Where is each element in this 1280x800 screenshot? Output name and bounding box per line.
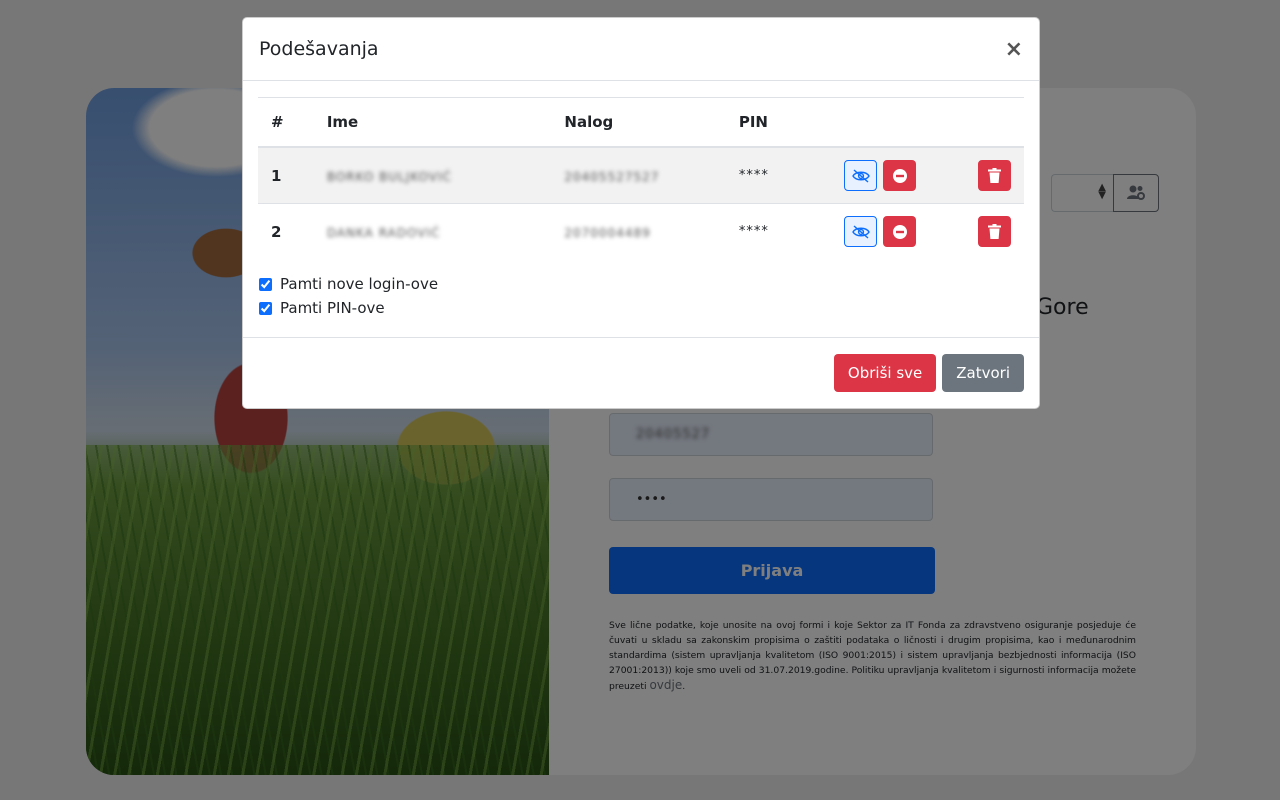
delete-login-button[interactable] [978, 216, 1011, 247]
modal-header: Podešavanja × [243, 18, 1039, 81]
row-actions [831, 204, 965, 260]
row-actions [831, 147, 965, 204]
row-name: BORKO BULJKOVIĆ [313, 147, 552, 204]
row-account: 20405527527 [551, 147, 726, 204]
col-header-delete [965, 97, 1024, 148]
col-header-pin: PIN [725, 97, 832, 148]
row-name-value: BORKO BULJKOVIĆ [326, 169, 452, 184]
remember-pins-option[interactable]: Pamti PIN-ove [258, 299, 1024, 317]
modal-body: # Ime Nalog PIN 1 BORKO BULJKOVIĆ 204055… [243, 81, 1039, 317]
eye-slash-icon [852, 168, 870, 183]
row-account-value: 20405527527 [564, 169, 660, 184]
row-account-value: 2070004489 [564, 225, 651, 240]
modal-footer: Obriši sve Zatvori [243, 337, 1039, 408]
remember-logins-checkbox[interactable] [259, 277, 272, 291]
col-header-name: Ime [313, 97, 552, 148]
toggle-pin-visibility-button[interactable] [844, 216, 878, 247]
remember-logins-label: Pamti nove login-ove [280, 275, 439, 293]
settings-checkboxes: Pamti nove login-ove Pamti PIN-ove [258, 275, 1024, 317]
row-account: 2070004489 [551, 204, 725, 260]
row-name: DANKA RADOVIĆ [314, 204, 552, 260]
row-pin: **** [738, 224, 769, 239]
eye-slash-icon [852, 224, 870, 239]
saved-logins-table: # Ime Nalog PIN 1 BORKO BULJKOVIĆ 204055… [258, 97, 1024, 259]
remove-pin-button[interactable] [883, 216, 917, 247]
toggle-pin-visibility-button[interactable] [844, 160, 878, 191]
col-header-account: Nalog [551, 97, 726, 148]
row-pin: **** [725, 147, 832, 204]
row-number: 2 [271, 222, 282, 241]
table-row: 2 DANKA RADOVIĆ 2070004489 **** [258, 204, 1024, 260]
delete-login-button[interactable] [978, 160, 1011, 191]
remember-pins-checkbox[interactable] [259, 301, 272, 315]
minus-circle-icon [892, 168, 907, 183]
settings-modal: Podešavanja × # Ime Nalog PIN 1 BORKO BU… [242, 17, 1040, 409]
remember-pins-label: Pamti PIN-ove [280, 299, 385, 317]
col-header-num: # [258, 97, 314, 148]
delete-all-button[interactable]: Obriši sve [833, 354, 937, 392]
table-row: 1 BORKO BULJKOVIĆ 20405527527 **** [258, 147, 1024, 204]
minus-circle-icon [892, 224, 907, 239]
row-number: 1 [258, 147, 314, 204]
remove-pin-button[interactable] [883, 160, 917, 191]
row-delete-cell [965, 147, 1024, 204]
close-button[interactable]: Zatvori [942, 354, 1024, 392]
trash-icon [988, 168, 1001, 183]
col-header-actions [831, 97, 965, 148]
row-delete-cell [965, 204, 1024, 260]
trash-icon [988, 224, 1001, 239]
modal-title: Podešavanja [259, 38, 379, 60]
close-icon[interactable]: × [1005, 37, 1023, 62]
table-header-row: # Ime Nalog PIN [258, 97, 1024, 148]
remember-logins-option[interactable]: Pamti nove login-ove [258, 275, 1024, 293]
row-name-value: DANKA RADOVIĆ [326, 225, 441, 240]
